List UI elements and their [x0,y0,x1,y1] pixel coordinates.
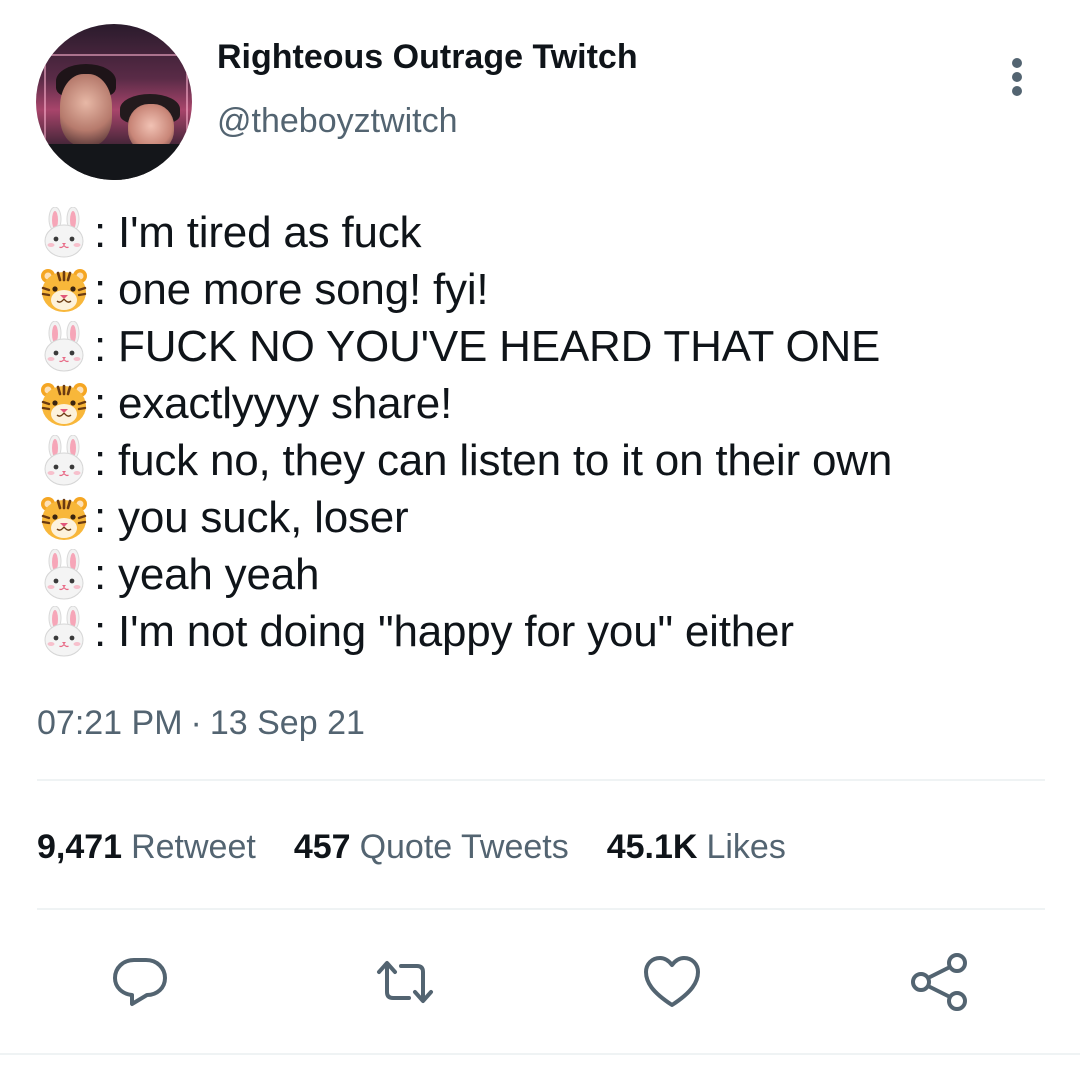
tweet-line-text: : yeah yeah [94,549,320,599]
share-icon [911,953,967,1011]
rabbit-face-icon [38,321,90,373]
tweet-line-text: : I'm tired as fuck [94,207,422,257]
avatar[interactable] [36,24,192,180]
like-button[interactable] [640,950,704,1014]
tiger-face-icon [38,492,90,544]
retweets-stat[interactable]: 9,471 Retweet [37,828,256,867]
rabbit-face-icon [38,435,90,487]
tweet-line: : one more song! fyi! [38,261,1048,318]
timestamp-separator: · [190,704,202,742]
tiger-face-icon [38,264,90,316]
tweet-time: 07:21 PM [37,704,183,742]
author-handle[interactable]: @theboyztwitch [217,102,458,141]
more-dot [1012,72,1022,82]
rabbit-face-icon [38,549,90,601]
avatar-figure-face [60,74,112,146]
divider [37,779,1045,781]
retweets-label: Retweet [131,828,256,866]
tweet-line: : FUCK NO YOU'VE HEARD THAT ONE [38,318,1048,375]
quote-tweets-count: 457 [293,828,351,866]
tweet-date: 13 Sep 21 [209,704,365,742]
tweet-line: : yeah yeah [38,546,1048,603]
rabbit-face-icon [38,606,90,658]
reply-icon [113,958,167,1006]
rabbit-face-icon [38,207,90,259]
tiger-face-icon [38,378,90,430]
reply-button[interactable] [108,950,172,1014]
author-display-name[interactable]: Righteous Outrage Twitch [217,38,638,77]
tweet-line-text: : one more song! fyi! [94,264,489,314]
engagement-stats: 9,471 Retweet 457 Quote Tweets 45.1K Likes [37,828,824,867]
heart-icon [644,956,700,1007]
tweet-line-text: : I'm not doing "happy for you" either [94,606,794,656]
retweets-count: 9,471 [37,828,123,866]
divider [0,1053,1080,1055]
more-options-icon[interactable] [998,50,1038,100]
share-button[interactable] [907,950,971,1014]
retweet-button[interactable] [373,950,437,1014]
tweet-line: : exactlyyyy share! [38,375,1048,432]
tweet-line-text: : fuck no, they can listen to it on thei… [94,435,893,485]
avatar-bottom-shade [36,144,192,180]
more-dot [1012,58,1022,68]
more-dot [1012,86,1022,96]
tweet-line-text: : exactlyyyy share! [94,378,453,428]
tweet-line: : fuck no, they can listen to it on thei… [38,432,1048,489]
tweet-timestamp[interactable]: 07:21 PM · 13 Sep 21 [37,704,365,743]
tweet-line-text: : FUCK NO YOU'VE HEARD THAT ONE [94,321,881,371]
tweet-line-text: : you suck, loser [94,492,409,542]
likes-label: Likes [706,828,786,866]
quote-tweets-stat[interactable]: 457 Quote Tweets [294,828,569,867]
divider [37,908,1045,910]
likes-stat[interactable]: 45.1K Likes [607,828,786,867]
tweet-text: : I'm tired as fuck : one more song! fyi… [38,204,1048,660]
tweet-line: : you suck, loser [38,489,1048,546]
retweet-icon [377,961,433,1003]
likes-count: 45.1K [606,828,698,866]
tweet-line: : I'm not doing "happy for you" either [38,603,1048,660]
tweet-line: : I'm tired as fuck [38,204,1048,261]
quote-tweets-label: Quote Tweets [359,828,569,866]
